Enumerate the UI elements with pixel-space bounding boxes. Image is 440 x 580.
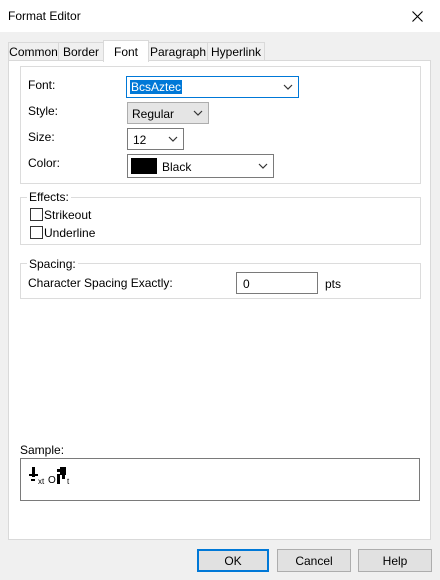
svg-text:t: t <box>67 477 70 486</box>
style-select[interactable]: Regular <box>127 102 209 124</box>
color-label: Color: <box>28 156 61 170</box>
tab-common[interactable]: Common <box>8 42 59 61</box>
color-swatch <box>131 158 157 174</box>
size-label: Size: <box>28 130 55 144</box>
svg-text:O: O <box>48 475 56 486</box>
font-label: Font: <box>28 78 56 92</box>
chevron-down-icon <box>258 163 268 169</box>
char-spacing-input[interactable]: 0 <box>236 272 318 294</box>
strikeout-label[interactable]: Strikeout <box>44 208 91 222</box>
font-select[interactable]: BcsAztec <box>126 76 299 98</box>
chevron-down-icon <box>193 110 203 116</box>
tab-label: Border <box>62 45 100 59</box>
size-select-value: 12 <box>133 133 147 147</box>
color-select-value: Black <box>162 160 192 174</box>
size-select[interactable]: 12 <box>127 128 184 150</box>
tab-label: Common <box>9 45 58 59</box>
window-title: Format Editor <box>8 9 81 23</box>
style-select-value: Regular <box>132 107 175 121</box>
style-label: Style: <box>28 104 59 118</box>
underline-checkbox[interactable] <box>30 226 43 239</box>
color-select[interactable]: Black <box>127 154 274 178</box>
sample-preview-glyphs: xt O t <box>29 467 70 486</box>
help-button[interactable]: Help <box>358 549 432 572</box>
close-icon <box>411 10 423 22</box>
ok-button[interactable]: OK <box>197 549 269 572</box>
ok-label: OK <box>224 553 242 568</box>
tab-border[interactable]: Border <box>58 42 104 61</box>
svg-text:xt: xt <box>38 477 45 486</box>
char-spacing-unit: pts <box>325 277 342 291</box>
tab-panel-font: Font: BcsAztec Style: Regular Size: 12 C… <box>8 60 431 540</box>
tab-paragraph[interactable]: Paragraph <box>148 42 208 61</box>
chevron-down-icon <box>283 84 293 90</box>
spacing-title: Spacing: <box>27 257 78 271</box>
cancel-label: Cancel <box>295 553 333 568</box>
tab-label: Hyperlink <box>210 45 261 59</box>
close-button[interactable] <box>394 0 440 32</box>
effects-title: Effects: <box>27 190 71 204</box>
cancel-button[interactable]: Cancel <box>277 549 351 572</box>
tab-label: Paragraph <box>149 45 207 59</box>
font-select-value: BcsAztec <box>130 80 183 94</box>
tab-font[interactable]: Font <box>103 40 149 62</box>
tab-hyperlink[interactable]: Hyperlink <box>207 42 265 61</box>
sample-preview: xt O t <box>20 458 420 501</box>
char-spacing-value: 0 <box>243 277 250 291</box>
chevron-down-icon <box>168 136 178 142</box>
help-label: Help <box>382 553 408 568</box>
strikeout-checkbox[interactable] <box>30 208 43 221</box>
title-bar: Format Editor <box>0 0 440 32</box>
char-spacing-label: Character Spacing Exactly: <box>28 276 173 290</box>
underline-label[interactable]: Underline <box>44 226 95 240</box>
tab-label: Font <box>113 44 138 59</box>
sample-label: Sample: <box>20 443 65 457</box>
